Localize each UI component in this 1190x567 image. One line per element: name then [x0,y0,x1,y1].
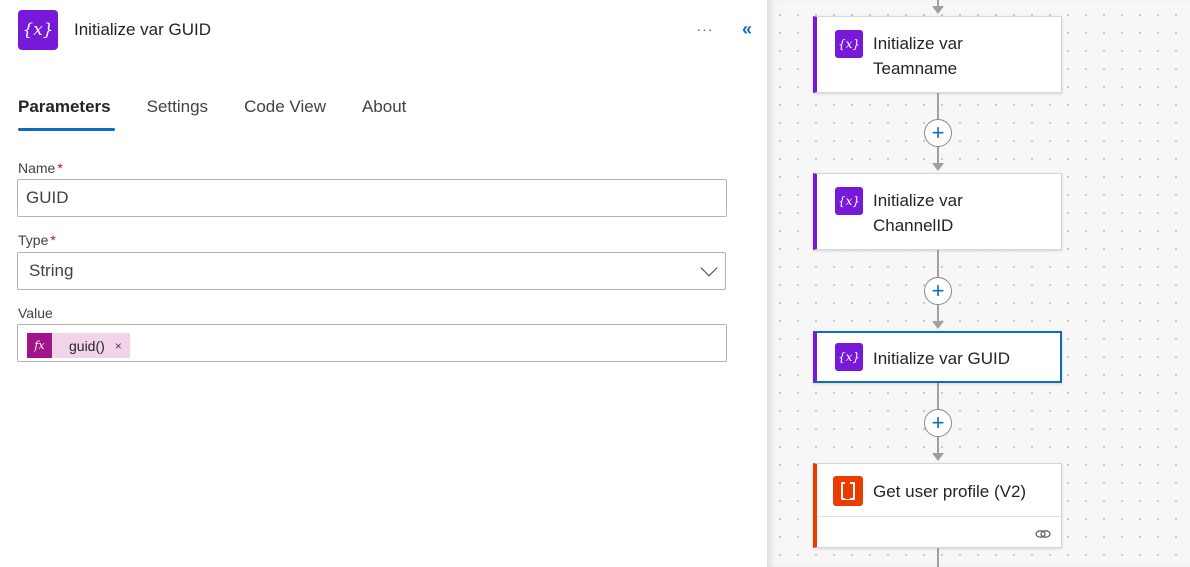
action-card-initialize-guid[interactable]: {x} Initialize var GUID [813,331,1062,383]
panel-header: {x} Initialize var GUID ··· « [18,10,755,50]
type-label-text: Type [18,232,49,248]
value-label: Value [18,305,53,321]
type-label: Type * [18,232,56,248]
panel-title[interactable]: Initialize var GUID [74,20,211,40]
add-step-button[interactable]: + [924,119,952,147]
card-title-line: Initialize var [873,34,963,53]
connector-line [937,548,939,567]
arrowhead [932,163,944,171]
action-details-panel: {x} Initialize var GUID ··· « Parameters… [0,0,767,567]
type-select[interactable]: String [17,252,726,290]
required-mark: * [57,160,63,176]
card-title-line: ChannelID [873,216,954,235]
tab-parameters[interactable]: Parameters [18,97,115,131]
office365-icon [833,476,863,506]
tab-bar: Parameters Settings Code View About [18,97,442,131]
name-label-text: Name [18,160,56,176]
card-divider [817,516,1061,517]
required-mark: * [50,232,56,248]
tab-settings[interactable]: Settings [147,97,208,131]
expression-token[interactable]: fx guid() × [27,333,130,358]
action-card-initialize-channelid[interactable]: {x} Initialize var ChannelID [813,173,1062,250]
chevron-down-icon [700,259,718,277]
variable-icon: {x} [835,30,863,58]
variable-icon: {x} [835,187,863,215]
tab-about[interactable]: About [362,97,406,131]
action-card-get-user-profile[interactable]: Get user profile (V2) [813,463,1062,548]
card-title-line: Initialize var [873,191,963,210]
collapse-panel-button[interactable]: « [736,18,758,40]
tab-code-view[interactable]: Code View [244,97,326,131]
type-select-value: String [29,261,74,280]
name-input[interactable]: GUID [17,179,727,217]
value-label-text: Value [18,305,53,321]
card-title-line: Teamname [873,59,958,78]
add-step-button[interactable]: + [924,409,952,437]
remove-token-button[interactable]: × [115,328,122,364]
variable-icon: {x} [835,343,863,371]
more-options-button[interactable]: ··· [694,18,716,40]
action-card-initialize-teamname[interactable]: {x} Initialize var Teamname [813,16,1062,93]
arrowhead [932,453,944,461]
card-title: Get user profile (V2) [873,482,1027,501]
arrowhead [932,321,944,329]
card-title: Initialize var GUID [873,349,1010,368]
value-input[interactable]: fx guid() × [17,324,727,362]
function-icon: fx [27,333,52,358]
arrowhead [932,6,944,14]
name-label: Name * [18,160,63,176]
add-step-button[interactable]: + [924,277,952,305]
flow-canvas[interactable]: {x} Initialize var Teamname + {x} Initia… [767,0,1190,567]
card-title: Initialize var Teamname [873,31,963,81]
connection-link-icon[interactable] [1035,528,1051,540]
card-title: Initialize var ChannelID [873,188,963,238]
expression-token-text: guid() [69,337,105,354]
variable-icon: {x} [18,10,58,50]
